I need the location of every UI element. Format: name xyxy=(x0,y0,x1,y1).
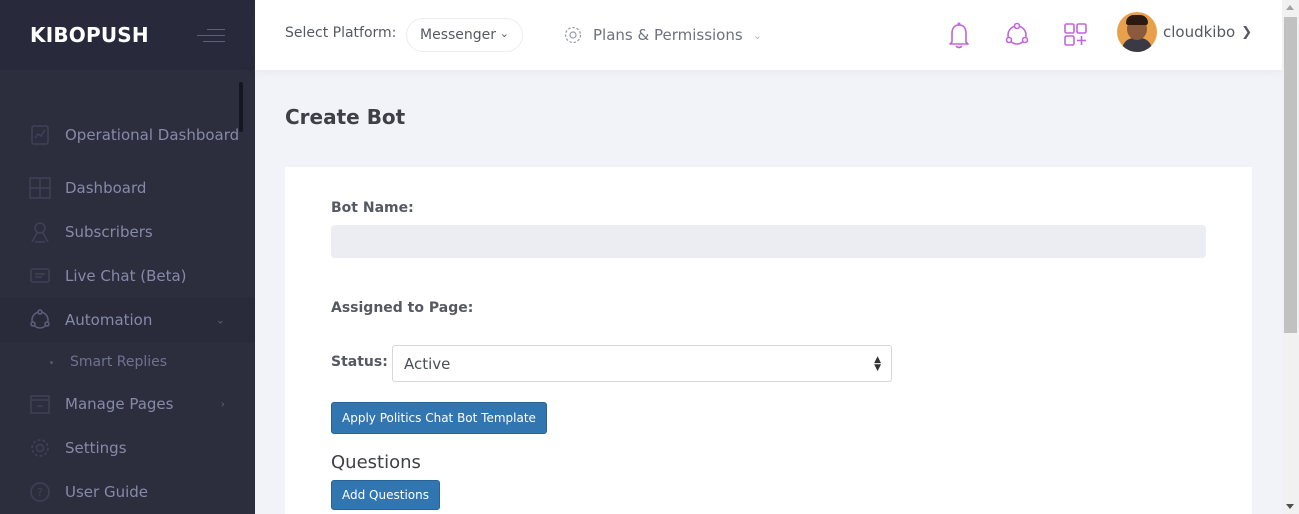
status-label: Status: xyxy=(331,354,388,370)
scroll-up-icon[interactable] xyxy=(1286,5,1294,10)
sidebar-item-operational-dashboard[interactable]: Operational Dashboard xyxy=(0,104,255,166)
gear-icon xyxy=(564,26,582,44)
share-network-icon[interactable] xyxy=(1003,20,1031,50)
svg-text:?: ? xyxy=(37,486,43,499)
sidebar-item-label: Manage Pages xyxy=(65,394,174,413)
avatar xyxy=(1117,12,1157,52)
sidebar-item-manage-pages[interactable]: Manage Pages › xyxy=(0,382,255,426)
chart-icon xyxy=(31,125,49,145)
add-questions-button[interactable]: Add Questions xyxy=(331,480,440,510)
chevron-down-icon: ❯ xyxy=(1241,24,1253,40)
user-name: cloudkibo xyxy=(1163,23,1236,41)
bell-icon[interactable] xyxy=(945,20,973,50)
sidebar-subitem-smart-replies[interactable]: Smart Replies xyxy=(0,342,255,382)
scroll-down-icon[interactable] xyxy=(1286,504,1294,509)
subscribers-icon xyxy=(31,222,49,243)
sidebar-item-automation[interactable]: Automation ⌄ xyxy=(0,298,255,342)
pages-icon xyxy=(30,395,50,414)
select-arrows-icon: ▲ ▼ xyxy=(874,355,881,373)
chevron-down-icon: ⌄ xyxy=(215,313,225,327)
brand: KIBOPUSH xyxy=(0,0,255,70)
brand-logo[interactable]: KIBOPUSH xyxy=(30,23,149,47)
plans-permissions-menu[interactable]: Plans & Permissions ⌄ xyxy=(563,22,762,48)
platform-label: Select Platform: xyxy=(285,25,397,41)
page-scrollbar[interactable] xyxy=(1282,0,1299,514)
help-icon: ? xyxy=(30,482,50,502)
platform-value: Messenger xyxy=(420,27,497,43)
sidebar-item-label: Dashboard xyxy=(65,178,147,197)
automation-icon xyxy=(30,309,50,329)
sidebar-item-label: Subscribers xyxy=(65,222,153,241)
top-header: Select Platform: Messenger ⌄ Plans & Per… xyxy=(255,0,1282,70)
sidebar-item-user-guide[interactable]: ? User Guide xyxy=(0,470,255,514)
assigned-page-label: Assigned to Page: xyxy=(331,300,474,316)
settings-icon xyxy=(31,439,49,457)
main-content: Create Bot Bot Name: Assigned to Page: S… xyxy=(255,70,1282,514)
chat-icon xyxy=(30,268,50,283)
platform-select[interactable]: Messenger ⌄ xyxy=(406,18,523,52)
chevron-down-icon: ⌄ xyxy=(499,27,509,40)
questions-title: Questions xyxy=(331,452,421,473)
create-bot-form: Bot Name: Assigned to Page: Status: Acti… xyxy=(285,167,1252,514)
sidebar-subitem-label: Smart Replies xyxy=(70,353,168,370)
sidebar-item-label: Settings xyxy=(65,438,127,457)
apps-add-icon[interactable] xyxy=(1062,20,1090,50)
sidebar-item-subscribers[interactable]: Subscribers xyxy=(0,210,255,254)
dashboard-icon xyxy=(29,177,51,199)
bullet-icon xyxy=(50,361,53,364)
status-select[interactable]: Active ▲ ▼ xyxy=(392,345,892,382)
sidebar-item-live-chat[interactable]: Live Chat (Beta) xyxy=(0,254,255,298)
sidebar: KIBOPUSH Operational Dashboard Dashboard… xyxy=(0,0,255,514)
sidebar-item-settings[interactable]: Settings xyxy=(0,426,255,470)
sidebar-item-dashboard[interactable]: Dashboard xyxy=(0,166,255,210)
user-menu[interactable]: cloudkibo ❯ xyxy=(1117,12,1252,52)
sidebar-item-label: Automation xyxy=(65,310,153,329)
page-title: Create Bot xyxy=(285,105,406,129)
menu-toggle-icon[interactable] xyxy=(197,28,225,44)
status-value: Active xyxy=(404,354,451,373)
sidebar-item-label: Live Chat (Beta) xyxy=(65,266,187,285)
apply-template-button[interactable]: Apply Politics Chat Bot Template xyxy=(331,402,547,434)
plans-permissions-label: Plans & Permissions xyxy=(593,26,743,44)
scrollbar-thumb[interactable] xyxy=(1284,17,1297,333)
bot-name-input[interactable] xyxy=(331,225,1206,258)
chevron-right-icon: › xyxy=(220,397,225,411)
sidebar-nav: Operational Dashboard Dashboard Subscrib… xyxy=(0,104,255,514)
sidebar-item-label: Operational Dashboard xyxy=(65,125,240,144)
sidebar-item-label: User Guide xyxy=(65,482,149,501)
chevron-down-icon: ⌄ xyxy=(752,28,762,42)
bot-name-label: Bot Name: xyxy=(331,200,414,216)
